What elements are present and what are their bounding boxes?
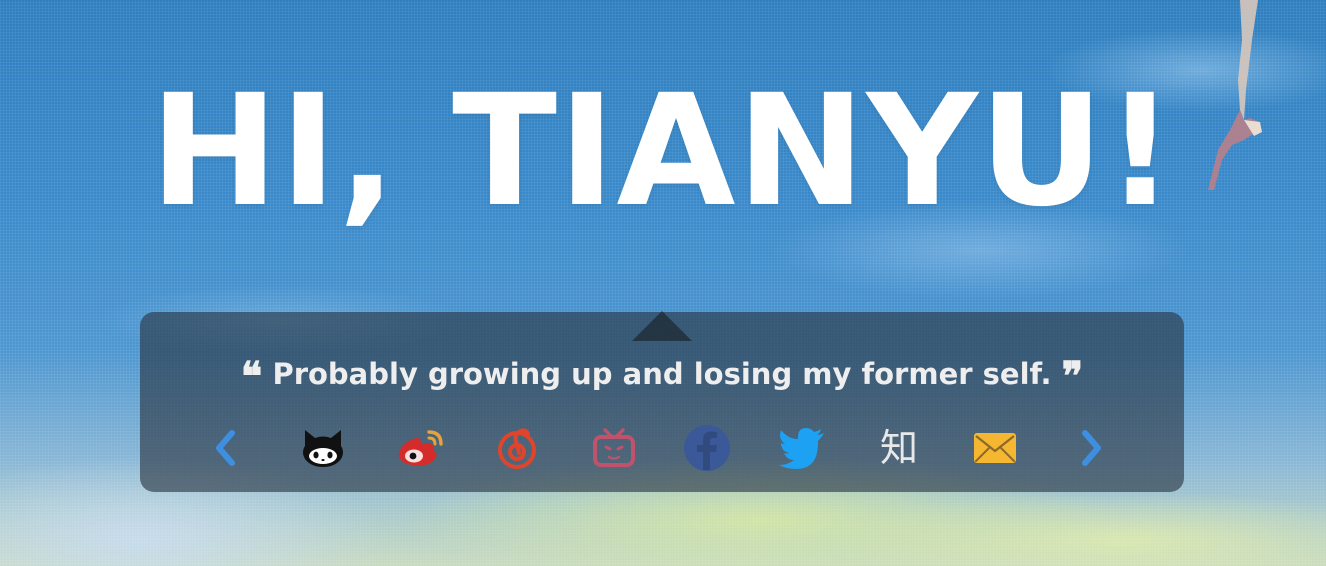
weibo-icon	[398, 430, 443, 466]
quote-line: ❝ Probably growing up and losing my form…	[140, 354, 1184, 397]
twitter-icon	[779, 428, 824, 469]
twitter-link[interactable]	[774, 420, 830, 476]
email-link[interactable]	[967, 420, 1023, 476]
zhihu-link[interactable]: 知	[871, 420, 927, 476]
weibo-link[interactable]	[392, 420, 448, 476]
chevron-left-icon	[216, 430, 235, 466]
email-icon	[974, 433, 1016, 463]
quote-text: Probably growing up and losing my former…	[272, 357, 1052, 391]
open-quote-icon: ❝	[240, 353, 263, 400]
github-link[interactable]	[295, 420, 351, 476]
bilibili-link[interactable]	[586, 420, 642, 476]
facebook-icon	[684, 425, 730, 471]
zhihu-icon: 知	[879, 426, 918, 470]
social-links-bar: 知	[140, 420, 1184, 476]
netease-music-link[interactable]	[489, 420, 545, 476]
close-quote-icon: ❞	[1061, 353, 1084, 400]
bilibili-icon	[593, 428, 635, 467]
prev-arrow-button[interactable]	[198, 420, 254, 476]
hero-greeting: HI, TIANYU!	[149, 62, 1177, 241]
quote-panel: ❝ Probably growing up and losing my form…	[140, 311, 1184, 492]
facebook-link[interactable]	[679, 420, 735, 476]
chevron-right-icon	[1082, 430, 1101, 466]
github-icon	[303, 430, 343, 467]
next-arrow-button[interactable]	[1063, 420, 1119, 476]
panel-caret-icon[interactable]	[632, 311, 692, 341]
netease-music-icon	[498, 428, 536, 469]
